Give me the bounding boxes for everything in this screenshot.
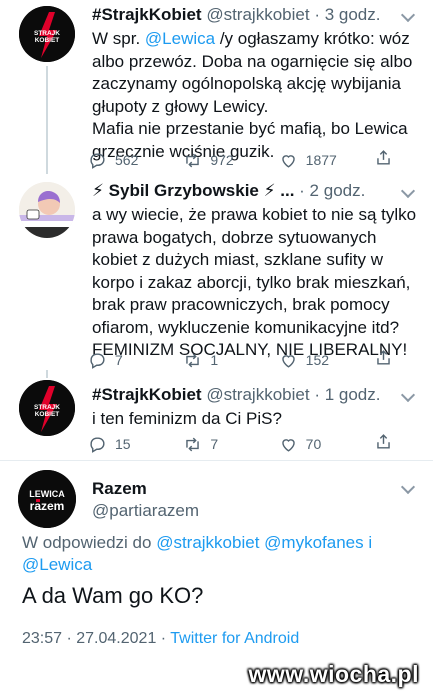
share-icon [377, 434, 390, 449]
lewica-razem-logo-icon: LEWICA razem [18, 470, 76, 528]
avatar-razem[interactable]: LEWICA razem [18, 470, 76, 528]
reply-mention-lewica[interactable]: @Lewica [22, 555, 92, 574]
source-link[interactable]: Twitter for Android [170, 630, 299, 647]
retweet-button[interactable]: 7 [183, 435, 243, 454]
tweet-header: ⚡ Sybil Grzybowskie ⚡ ... · 2 godz. [92, 180, 419, 202]
tweet-header: #StrajkKobiet @strajkkobiet · 3 godz. [92, 4, 419, 26]
tweet-text: W spr. @Lewica /y ogłaszamy krótko: wóz … [92, 29, 413, 161]
reply-button[interactable]: 562 [88, 151, 148, 170]
avatar-sybil[interactable] [19, 182, 75, 238]
retweet-button[interactable]: 1 [183, 351, 243, 370]
mention-link[interactable]: @Lewica [145, 29, 215, 48]
reply-icon [90, 352, 105, 369]
reply-count: 562 [115, 152, 139, 168]
main-tweet-text: A da Wam go KO? [22, 583, 204, 608]
display-name[interactable]: ⚡ Sybil Grzybowskie ⚡ ... [92, 181, 294, 200]
share-icon [377, 350, 390, 365]
tweet-header: #StrajkKobiet @strajkkobiet · 1 godz. [92, 384, 419, 406]
svg-text:KOBIET: KOBIET [35, 411, 60, 418]
cartoon-portrait-icon [19, 182, 75, 238]
svg-text:STRAJK: STRAJK [34, 30, 60, 37]
retweet-button[interactable]: 972 [183, 151, 243, 170]
tweet-text: i ten feminizm da Ci PiS? [92, 409, 282, 428]
heart-icon [281, 438, 295, 452]
user-handle[interactable]: @strajkkobiet [206, 5, 309, 24]
reply-icon [90, 152, 105, 169]
share-button[interactable] [374, 148, 393, 172]
retweet-count: 972 [210, 152, 234, 168]
like-count: 152 [305, 352, 330, 368]
like-button[interactable]: 1877 [279, 151, 339, 170]
display-name[interactable]: #StrajkKobiet [92, 5, 202, 24]
display-name[interactable]: Razem [92, 478, 199, 500]
more-options-chevron-icon[interactable] [400, 479, 416, 495]
reply-count: 7 [115, 352, 123, 368]
retweet-count: 1 [210, 352, 219, 368]
reply-mentions[interactable]: @strajkkobiet @mykofanes i [156, 533, 372, 552]
share-button[interactable] [374, 432, 393, 456]
thread-line [46, 370, 48, 378]
svg-text:razem: razem [30, 499, 65, 513]
retweet-icon [186, 437, 200, 451]
heart-icon [281, 154, 295, 168]
heart-icon [281, 354, 295, 368]
avatar-strajkkobiet[interactable]: STRAJK KOBIET [19, 380, 75, 436]
like-button[interactable]: 152 [279, 351, 339, 370]
reply-icon [90, 436, 105, 453]
retweet-count: 7 [210, 436, 219, 452]
svg-text:LEWICA: LEWICA [29, 489, 65, 499]
tweet-time[interactable]: · 2 godz. [299, 181, 365, 200]
share-icon [377, 150, 390, 165]
watermark: www.wiocha.pl [248, 661, 419, 687]
like-count: 1877 [305, 152, 337, 168]
timestamp: 23:57 · 27.04.2021 · [22, 630, 171, 647]
display-name[interactable]: #StrajkKobiet [92, 385, 202, 404]
share-button[interactable] [374, 348, 393, 372]
strajk-kobiet-logo-icon: STRAJK KOBIET [19, 6, 75, 62]
svg-text:STRAJK: STRAJK [34, 404, 60, 411]
user-handle[interactable]: @strajkkobiet [206, 385, 309, 404]
avatar-strajkkobiet[interactable]: STRAJK KOBIET [19, 6, 75, 62]
tweet-text: a wy wiecie, że prawa kobiet to nie są t… [92, 205, 417, 359]
user-handle[interactable]: @partiarazem [92, 500, 199, 522]
retweet-icon [186, 153, 200, 167]
like-count: 70 [305, 436, 322, 452]
tweet-time[interactable]: · 1 godz. [314, 385, 380, 404]
reply-button[interactable]: 7 [88, 351, 148, 370]
strajk-kobiet-logo-icon: STRAJK KOBIET [19, 380, 75, 436]
divider [0, 460, 433, 461]
svg-text:KOBIET: KOBIET [35, 37, 60, 44]
reply-button[interactable]: 15 [88, 435, 148, 454]
tweet-time[interactable]: · 3 godz. [314, 5, 380, 24]
retweet-icon [186, 353, 200, 367]
like-button[interactable]: 70 [279, 435, 339, 454]
reply-count: 15 [115, 436, 131, 452]
tweet-meta: 23:57 · 27.04.2021 · Twitter for Android [22, 630, 299, 648]
reply-context: W odpowiedzi do @strajkkobiet @mykofanes… [22, 533, 373, 574]
thread-line [46, 66, 48, 174]
